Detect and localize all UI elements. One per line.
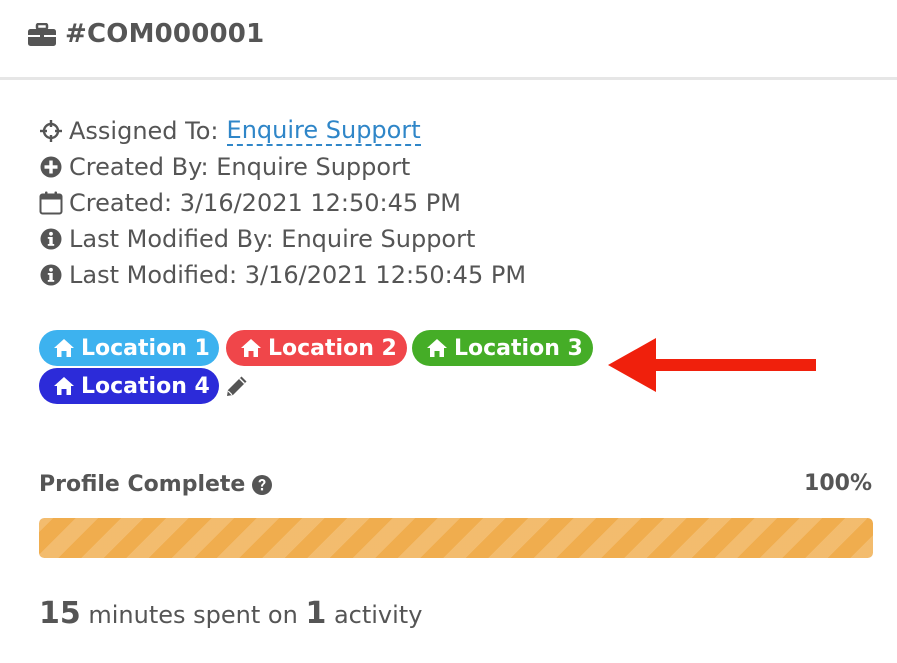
last-modified-by-text: Last Modified By: Enquire Support <box>69 225 476 253</box>
location-label: Location 2 <box>268 335 397 361</box>
created-by-row: Created By: Enquire Support <box>39 152 410 182</box>
profile-complete-text: Profile Complete <box>39 472 246 497</box>
progress-fill <box>39 518 873 558</box>
info-circle-icon <box>40 228 62 250</box>
location-label: Location 1 <box>81 335 210 361</box>
last-modified-text: Last Modified: 3/16/2021 12:50:45 PM <box>69 261 527 289</box>
location-badge-3[interactable]: Location 3 <box>412 330 593 366</box>
plus-circle-icon <box>40 156 62 178</box>
calendar-icon <box>39 191 63 215</box>
created-by-text: Created By: Enquire Support <box>69 153 411 181</box>
activity-text: activity <box>326 601 423 629</box>
location-label: Location 4 <box>81 373 210 399</box>
location-badge-1[interactable]: Location 1 <box>39 330 219 366</box>
pencil-icon[interactable] <box>225 374 249 398</box>
assigned-to-row: Assigned To: Enquire Support <box>39 116 421 146</box>
minutes-text: minutes spent on <box>80 601 306 629</box>
activity-count: 1 <box>305 596 327 631</box>
page-title: #COM000001 <box>65 19 265 49</box>
assigned-to-link[interactable]: Enquire Support <box>226 116 421 146</box>
minutes-count: 15 <box>39 596 81 631</box>
question-circle-icon[interactable] <box>251 474 273 496</box>
briefcase-icon <box>28 23 56 46</box>
red-arrow-annotation <box>608 338 816 392</box>
profile-complete-label: Profile Complete <box>39 472 273 497</box>
home-icon <box>427 339 447 357</box>
home-icon <box>241 339 261 357</box>
home-icon <box>54 339 74 357</box>
info-circle-icon <box>40 264 62 286</box>
location-badge-2[interactable]: Location 2 <box>226 330 407 366</box>
location-label: Location 3 <box>454 335 583 361</box>
last-modified-by-row: Last Modified By: Enquire Support <box>39 224 475 254</box>
assigned-to-label: Assigned To: <box>69 117 219 145</box>
created-text: Created: 3/16/2021 12:50:45 PM <box>69 189 461 217</box>
profile-complete-percent: 100% <box>804 471 872 496</box>
created-row: Created: 3/16/2021 12:50:45 PM <box>39 188 461 218</box>
profile-progress-bar <box>39 518 873 558</box>
last-modified-row: Last Modified: 3/16/2021 12:50:45 PM <box>39 260 526 290</box>
activity-summary: 15 minutes spent on 1 activity <box>39 596 422 631</box>
location-badge-4[interactable]: Location 4 <box>39 368 219 404</box>
home-icon <box>54 377 74 395</box>
crosshairs-icon <box>40 120 62 142</box>
card-header: #COM000001 <box>0 0 897 80</box>
